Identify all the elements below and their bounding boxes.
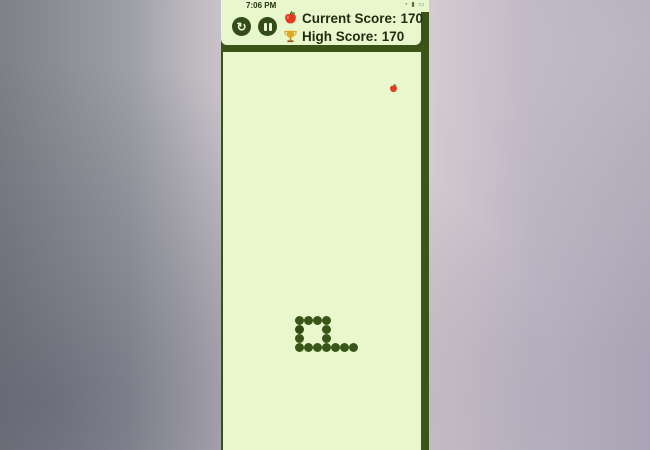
current-score-row: Current Score: 170 — [282, 10, 423, 26]
pause-button[interactable] — [258, 17, 277, 36]
high-score-label: High Score: — [302, 28, 378, 44]
snake-segment — [322, 316, 331, 325]
wifi-icon: ◔ — [404, 2, 409, 8]
apple-icon — [285, 11, 296, 24]
snake-segment — [304, 316, 313, 325]
snake-segment — [340, 343, 349, 352]
pause-icon — [263, 22, 272, 31]
snake-segment — [322, 325, 331, 334]
snake-segment — [331, 343, 340, 352]
snake-segment — [295, 316, 304, 325]
snake-segment — [304, 343, 313, 352]
snake-segment — [322, 343, 331, 352]
game-board[interactable] — [223, 52, 421, 450]
snake-segment — [349, 343, 358, 352]
snake-head — [295, 325, 304, 334]
status-icons: ◔ ▮ ▭ — [404, 1, 425, 8]
header-divider — [221, 45, 429, 52]
status-time: 7:06 PM — [246, 1, 277, 10]
snake-segment — [295, 343, 304, 352]
trophy-icon — [284, 30, 297, 43]
high-score-value: 170 — [381, 28, 405, 44]
snake-segment — [313, 316, 322, 325]
snake-segment — [322, 334, 331, 343]
phone-screen: 7:06 PM ◔ ▮ ▭ ↻ Current Score: 170 High … — [221, 0, 429, 450]
restart-button[interactable]: ↻ — [232, 17, 251, 36]
apple-icon — [390, 84, 397, 93]
current-score-value: 170 — [400, 10, 424, 26]
snake-segment — [313, 343, 322, 352]
snake-segment — [295, 334, 304, 343]
restart-icon: ↻ — [236, 19, 247, 34]
current-score-label: Current Score: — [302, 10, 397, 26]
battery-icon: ▭ — [418, 2, 425, 8]
score-header: ↻ Current Score: 170 High Score: 170 — [221, 10, 423, 45]
signal-icon: ▮ — [411, 2, 416, 8]
right-frame — [421, 45, 429, 450]
high-score-row: High Score: 170 — [282, 28, 404, 44]
